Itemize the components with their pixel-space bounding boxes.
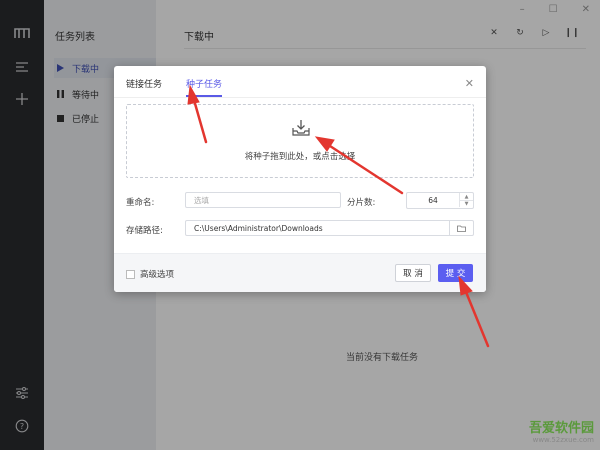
watermark: 吾爱软件园 www.52zxue.com — [529, 417, 594, 444]
save-path-label: 存储路径: — [126, 226, 163, 236]
tab-divider — [114, 97, 486, 98]
cancel-button[interactable]: 取 消 — [395, 264, 431, 282]
stepper-down-icon[interactable]: ▼ — [459, 200, 473, 207]
dialog-tabs: 链接任务 种子任务 — [126, 77, 223, 97]
new-task-dialog: 链接任务 种子任务 ✕ 将种子拖到此处，或点击选择 重命名: 选填 分片数: 6… — [114, 66, 486, 292]
tab-link-task[interactable]: 链接任务 — [126, 77, 162, 97]
tab-torrent-task[interactable]: 种子任务 — [186, 77, 223, 97]
advanced-options-toggle[interactable]: 高级选项 — [126, 268, 174, 280]
watermark-name: 吾爱软件园 — [528, 421, 594, 436]
drop-zone-text: 将种子拖到此处，或点击选择 — [244, 152, 356, 162]
split-count-value: 64 — [428, 196, 438, 205]
rename-label: 重命名: — [126, 198, 155, 208]
advanced-options-label: 高级选项 — [140, 270, 175, 280]
dialog-close-icon[interactable]: ✕ — [465, 77, 474, 90]
advanced-options-checkbox[interactable] — [126, 269, 135, 279]
stepper-up-icon[interactable]: ▲ — [459, 193, 473, 200]
dialog-footer: 高级选项 取 消 提 交 — [114, 253, 486, 292]
submit-button[interactable]: 提 交 — [438, 264, 473, 282]
inbox-download-icon — [291, 119, 311, 137]
save-path-input[interactable]: C:\Users\Administrator\Downloads — [185, 220, 474, 236]
split-count-stepper[interactable]: 64 ▲ ▼ — [406, 192, 474, 209]
torrent-drop-zone[interactable]: 将种子拖到此处，或点击选择 — [126, 104, 474, 178]
split-count-label: 分片数: — [347, 198, 376, 208]
folder-icon[interactable] — [449, 220, 473, 236]
watermark-url: www.52zxue.com — [532, 436, 594, 444]
rename-input[interactable]: 选填 — [185, 192, 341, 208]
